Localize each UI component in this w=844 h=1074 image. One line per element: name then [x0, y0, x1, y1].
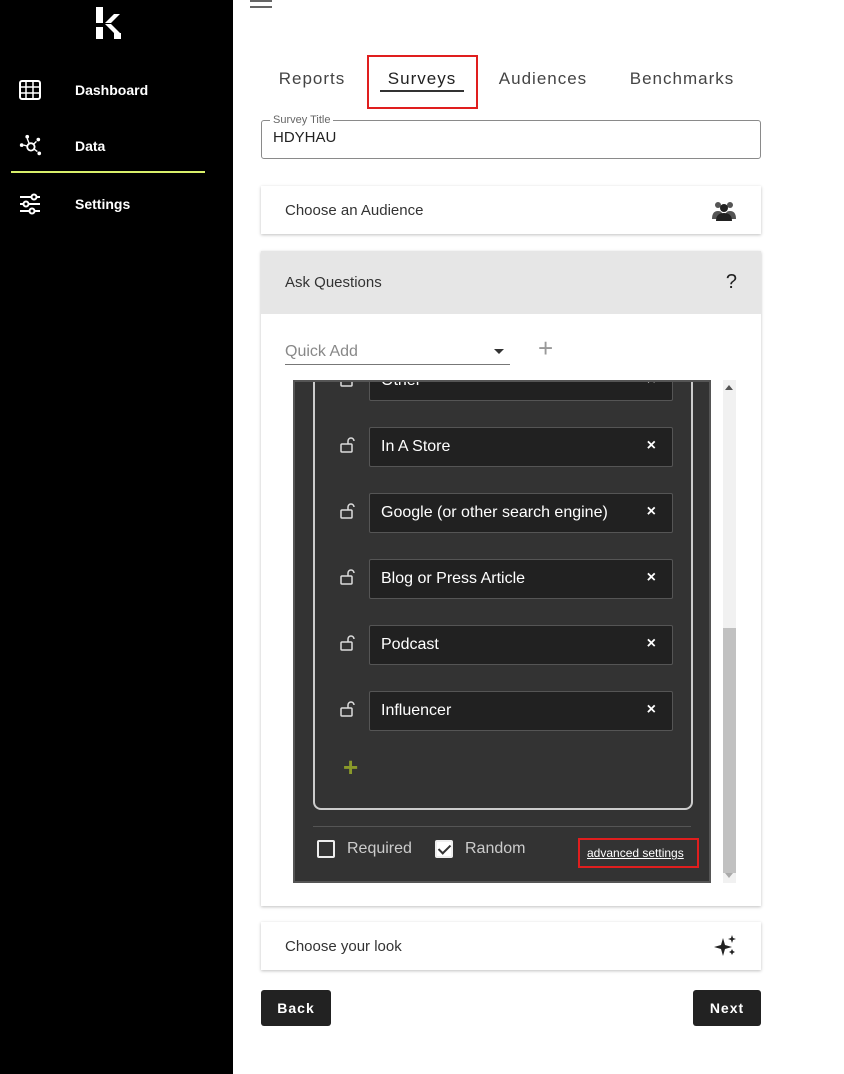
active-nav-indicator — [11, 171, 205, 173]
sidebar-item-settings[interactable]: Settings — [0, 184, 233, 224]
audience-card-header[interactable]: Choose an Audience — [261, 186, 761, 234]
answers-box: Other × In A Store × — [313, 380, 693, 810]
answer-input[interactable]: Google (or other search engine) × — [369, 493, 673, 533]
answer-text: Podcast — [381, 636, 439, 653]
random-checkbox[interactable]: Random — [435, 840, 525, 858]
back-button[interactable]: Back — [261, 990, 331, 1026]
tab-label: Surveys — [387, 69, 457, 88]
panel-divider — [313, 826, 691, 827]
unlock-icon[interactable] — [339, 502, 357, 520]
random-label: Random — [465, 840, 526, 857]
scrollbar-thumb[interactable] — [723, 628, 736, 873]
answer-row: Influencer × — [315, 691, 691, 731]
sidebar: Dashboard Data Settings — [0, 0, 233, 1074]
question-icon[interactable]: ? — [726, 271, 737, 294]
sidebar-item-label: Data — [75, 138, 106, 154]
quick-add-placeholder: Quick Add — [285, 343, 358, 360]
close-icon[interactable]: × — [647, 635, 656, 653]
audience-card[interactable]: Choose an Audience — [261, 186, 761, 234]
close-icon[interactable]: × — [647, 503, 656, 521]
survey-title-legend: Survey Title — [270, 114, 334, 126]
answer-text: Blog or Press Article — [381, 570, 526, 587]
next-button[interactable]: Next — [693, 990, 761, 1026]
grid-icon — [19, 80, 41, 100]
answer-row: Podcast × — [315, 625, 691, 665]
advanced-settings-link[interactable]: advanced settings — [587, 846, 684, 860]
hamburger-icon[interactable] — [250, 0, 272, 14]
survey-title-field[interactable]: Survey Title — [261, 114, 761, 159]
sidebar-item-label: Dashboard — [75, 82, 149, 98]
answer-input[interactable]: Other × — [369, 380, 673, 401]
questions-card: Ask Questions ? Quick Add + Other × — [261, 251, 761, 906]
scroll-up-arrow[interactable] — [725, 385, 733, 390]
tab-label: Reports — [278, 69, 346, 88]
answer-text: Other — [381, 380, 422, 389]
look-card[interactable]: Choose your look — [261, 922, 761, 970]
unlock-icon[interactable] — [339, 568, 357, 586]
close-icon[interactable]: × — [647, 701, 656, 719]
unlock-icon[interactable] — [339, 700, 357, 718]
audience-card-label: Choose an Audience — [285, 201, 424, 219]
survey-title-input[interactable] — [273, 129, 743, 146]
close-icon[interactable]: × — [647, 382, 656, 389]
tab-label: Benchmarks — [629, 69, 735, 88]
k-logo-icon[interactable] — [93, 5, 125, 41]
scrollbar[interactable] — [723, 380, 736, 883]
look-card-label: Choose your look — [285, 937, 402, 955]
look-card-header[interactable]: Choose your look — [261, 922, 761, 970]
sidebar-item-data[interactable]: Data — [0, 126, 233, 166]
checkbox-checked[interactable] — [435, 840, 453, 858]
unlock-icon[interactable] — [339, 380, 357, 388]
chevron-down-icon — [494, 349, 504, 354]
answer-row: Google (or other search engine) × — [315, 493, 691, 533]
questions-card-header[interactable]: Ask Questions ? — [261, 251, 761, 314]
add-answer-button[interactable]: + — [343, 754, 358, 780]
answer-input[interactable]: Blog or Press Article × — [369, 559, 673, 599]
people-icon — [712, 202, 736, 221]
required-checkbox[interactable]: Required — [317, 840, 412, 858]
sparkle-icon — [714, 935, 736, 956]
question-panel: Other × In A Store × — [293, 380, 711, 883]
sidebar-item-dashboard[interactable]: Dashboard — [0, 70, 233, 110]
tab-audiences[interactable]: Audiences — [488, 56, 598, 102]
unlock-icon[interactable] — [339, 436, 357, 454]
answer-input[interactable]: Podcast × — [369, 625, 673, 665]
sidebar-item-label: Settings — [75, 196, 131, 212]
network-icon — [19, 134, 42, 156]
answer-input[interactable]: Influencer × — [369, 691, 673, 731]
unlock-icon[interactable] — [339, 634, 357, 652]
close-icon[interactable]: × — [647, 569, 656, 587]
answer-text: In A Store — [381, 438, 451, 455]
checkbox-unchecked[interactable] — [317, 840, 335, 858]
answer-text: Google (or other search engine) — [381, 504, 608, 521]
answer-text: Influencer — [381, 702, 452, 719]
required-label: Required — [347, 840, 412, 857]
answer-row: In A Store × — [315, 427, 691, 467]
questions-card-label: Ask Questions — [285, 274, 382, 291]
tab-active-underline — [380, 90, 464, 92]
tab-reports[interactable]: Reports — [262, 56, 362, 102]
quick-add-select[interactable]: Quick Add — [285, 337, 510, 365]
scroll-down-arrow[interactable] — [725, 873, 733, 878]
answer-input[interactable]: In A Store × — [369, 427, 673, 467]
tab-label: Audiences — [498, 69, 588, 88]
answer-row: Other × — [315, 380, 691, 401]
add-question-button[interactable]: + — [538, 335, 553, 361]
tab-surveys[interactable]: Surveys — [370, 56, 474, 102]
close-icon[interactable]: × — [647, 437, 656, 455]
tab-benchmarks[interactable]: Benchmarks — [618, 56, 746, 102]
answer-row: Blog or Press Article × — [315, 559, 691, 599]
sliders-icon — [20, 193, 40, 215]
